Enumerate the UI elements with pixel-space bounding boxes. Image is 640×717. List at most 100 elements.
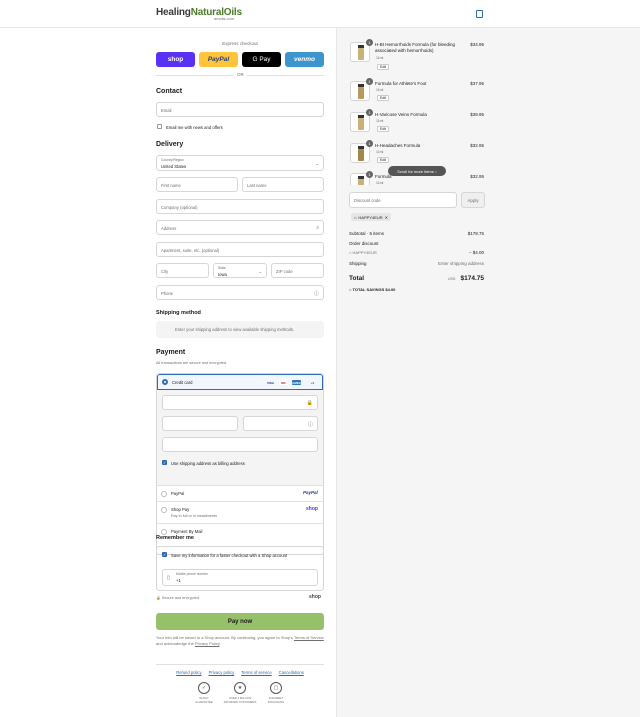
quantity-badge: 1 bbox=[366, 78, 373, 85]
chevron-down-icon: ⌄ bbox=[315, 161, 319, 166]
scroll-more-items-button[interactable]: Scroll for more items ↓ bbox=[388, 166, 446, 176]
paypal-radio[interactable] bbox=[161, 491, 167, 497]
quantity-badge: 1 bbox=[366, 171, 373, 178]
shop-pay-radio[interactable] bbox=[161, 507, 167, 513]
address-field[interactable]: Address ⌕ bbox=[156, 220, 324, 235]
expiration-field[interactable] bbox=[162, 416, 238, 431]
privacy-policy-link[interactable]: Privacy policy bbox=[209, 670, 235, 675]
mobile-phone-field[interactable]: ▯ Mobile phone number +1 bbox=[162, 569, 318, 586]
product-name: H-Varicose Veins Formula bbox=[375, 112, 427, 117]
quantity-badge: 1 bbox=[366, 109, 373, 116]
tag-icon: ⌂ bbox=[349, 250, 352, 255]
quantity-badge: 1 bbox=[366, 39, 373, 46]
discount-value: − $4.00 bbox=[468, 250, 484, 255]
shipping-label: Shipping bbox=[349, 261, 367, 266]
product-name: H-Headaches Formula bbox=[375, 143, 421, 148]
paypal-express-button[interactable]: PayPal bbox=[199, 52, 238, 67]
package-icon: ▢ bbox=[270, 682, 282, 694]
legal-text: Your info will be saved to a Shop accoun… bbox=[156, 635, 324, 646]
arrow-down-icon: ↓ bbox=[434, 168, 437, 174]
paypal-option[interactable]: PayPal PayPal bbox=[157, 486, 323, 502]
pay-now-button[interactable]: Pay now bbox=[156, 613, 324, 630]
zip-field[interactable]: ZIP code bbox=[271, 263, 324, 278]
discount-code-field[interactable]: Discount code bbox=[349, 192, 457, 208]
paypal-logo-icon: PayPal bbox=[303, 490, 318, 495]
shop-pay-express-button[interactable]: shop bbox=[156, 52, 195, 67]
google-pay-express-button[interactable]: G Pay bbox=[242, 52, 281, 67]
apartment-field[interactable]: Apartment, suite, etc. (optional) bbox=[156, 242, 324, 257]
edit-item-button[interactable]: Edit bbox=[377, 157, 389, 163]
credit-card-radio[interactable] bbox=[162, 379, 168, 385]
shop-pay-subtitle: Pay in full or in installments bbox=[171, 514, 218, 518]
edit-item-button[interactable]: Edit bbox=[377, 64, 389, 70]
venmo-express-button[interactable]: venmo bbox=[285, 52, 324, 67]
terms-of-service-link[interactable]: Terms of service bbox=[241, 670, 271, 675]
payment-subtitle: All transactions are secure and encrypte… bbox=[156, 361, 227, 365]
billing-same-checkbox[interactable]: ✓ bbox=[162, 460, 167, 465]
product-name: H-BI Hemorrhoids Formula (for bleeding a… bbox=[375, 42, 456, 53]
first-name-field[interactable]: First name bbox=[156, 177, 238, 192]
last-name-field[interactable]: Last name bbox=[242, 177, 324, 192]
terms-link[interactable]: Terms of Service bbox=[294, 635, 324, 640]
chevron-down-icon: ⌄ bbox=[258, 269, 262, 274]
state-select[interactable]: State Iowa ⌄ bbox=[213, 263, 267, 278]
credit-card-fields: 🔒 ⓘ ✓ Use shipping address as billing ad… bbox=[157, 390, 323, 486]
country-select[interactable]: Country/Region United States ⌄ bbox=[156, 155, 324, 171]
shipping-method-box: Enter your shipping address to view avai… bbox=[156, 321, 324, 338]
company-field[interactable]: Company (optional) bbox=[156, 199, 324, 214]
discount-code-label: ⌂ HAPPY4EUR bbox=[349, 250, 377, 255]
order-discount-label: Order discount bbox=[349, 241, 379, 246]
refund-policy-link[interactable]: Refund policy bbox=[176, 670, 201, 675]
delivery-title: Delivery bbox=[156, 141, 184, 148]
lock-icon: 🔒 bbox=[156, 596, 161, 600]
remember-me-title: Remember me bbox=[156, 535, 194, 541]
billing-label: Use shipping address as billing address bbox=[171, 461, 245, 466]
contact-title: Contact bbox=[156, 88, 183, 95]
payment-by-mail-label: Payment By Mail bbox=[171, 529, 203, 534]
subtotal-value: $178.75 bbox=[467, 231, 484, 236]
product-price: $34.95 bbox=[470, 42, 484, 47]
subtotal-label: Subtotal · 5 items bbox=[349, 231, 385, 236]
search-icon: ⌕ bbox=[316, 225, 319, 231]
customers-icon: ★ bbox=[234, 682, 246, 694]
news-checkbox[interactable] bbox=[157, 124, 162, 129]
save-info-checkbox[interactable]: ✓ bbox=[162, 552, 167, 557]
product-size: 11ml bbox=[376, 88, 384, 92]
privacy-link[interactable]: Privacy Policy bbox=[195, 641, 220, 646]
card-number-field[interactable]: 🔒 bbox=[162, 395, 318, 410]
save-info-label: Save my information for a faster checkou… bbox=[171, 553, 288, 558]
secure-encrypted-label: 🔒 Secure and encrypted bbox=[156, 596, 199, 600]
shipping-value: Enter shipping address bbox=[437, 261, 484, 266]
mastercard-icon: MC bbox=[279, 380, 288, 385]
product-size: 11ml bbox=[376, 119, 384, 123]
edit-item-button[interactable]: Edit bbox=[377, 95, 389, 101]
apply-discount-button[interactable]: Apply bbox=[461, 192, 485, 208]
header: HealingNaturalOils amolis.com bbox=[0, 0, 640, 28]
news-label: Email me with news and offers bbox=[166, 125, 223, 130]
quantity-badge: 1 bbox=[366, 140, 373, 147]
visa-icon: VISA bbox=[266, 380, 274, 385]
city-field[interactable]: City bbox=[156, 263, 209, 278]
guarantee-icon: ✓ bbox=[198, 682, 210, 694]
close-icon[interactable]: ✕ bbox=[385, 215, 388, 220]
customers-badge: OVER 1 MILLION SATISFIED CUSTOMERS bbox=[223, 696, 257, 704]
shopping-bag-icon[interactable] bbox=[476, 10, 483, 18]
phone-field[interactable]: Phone ⓘ bbox=[156, 285, 324, 300]
security-code-field[interactable]: ⓘ bbox=[243, 416, 318, 431]
tag-icon: ⌂ bbox=[354, 214, 357, 220]
cancellations-link[interactable]: Cancellations bbox=[279, 670, 304, 675]
total-label: Total bbox=[349, 275, 365, 282]
product-price: $39.95 bbox=[470, 112, 484, 117]
footer-divider bbox=[156, 664, 324, 665]
edit-item-button[interactable]: Edit bbox=[377, 126, 389, 132]
checkout-form: Express checkout shop PayPal G Pay venmo… bbox=[0, 28, 336, 717]
shop-pay-option[interactable]: Shop Pay Pay in full or in installments … bbox=[157, 502, 323, 524]
product-price: $32.95 bbox=[470, 143, 484, 148]
shop-pay-label: Shop Pay bbox=[171, 507, 190, 512]
remember-me-box: ✓ Save my information for a faster check… bbox=[156, 546, 324, 591]
product-size: 11ml bbox=[376, 56, 384, 60]
credit-card-option[interactable]: Credit card VISA MC AMEX +3 bbox=[157, 374, 323, 390]
amex-icon: AMEX bbox=[292, 380, 301, 385]
email-field[interactable]: Email bbox=[156, 102, 324, 117]
name-on-card-field[interactable] bbox=[162, 437, 318, 452]
